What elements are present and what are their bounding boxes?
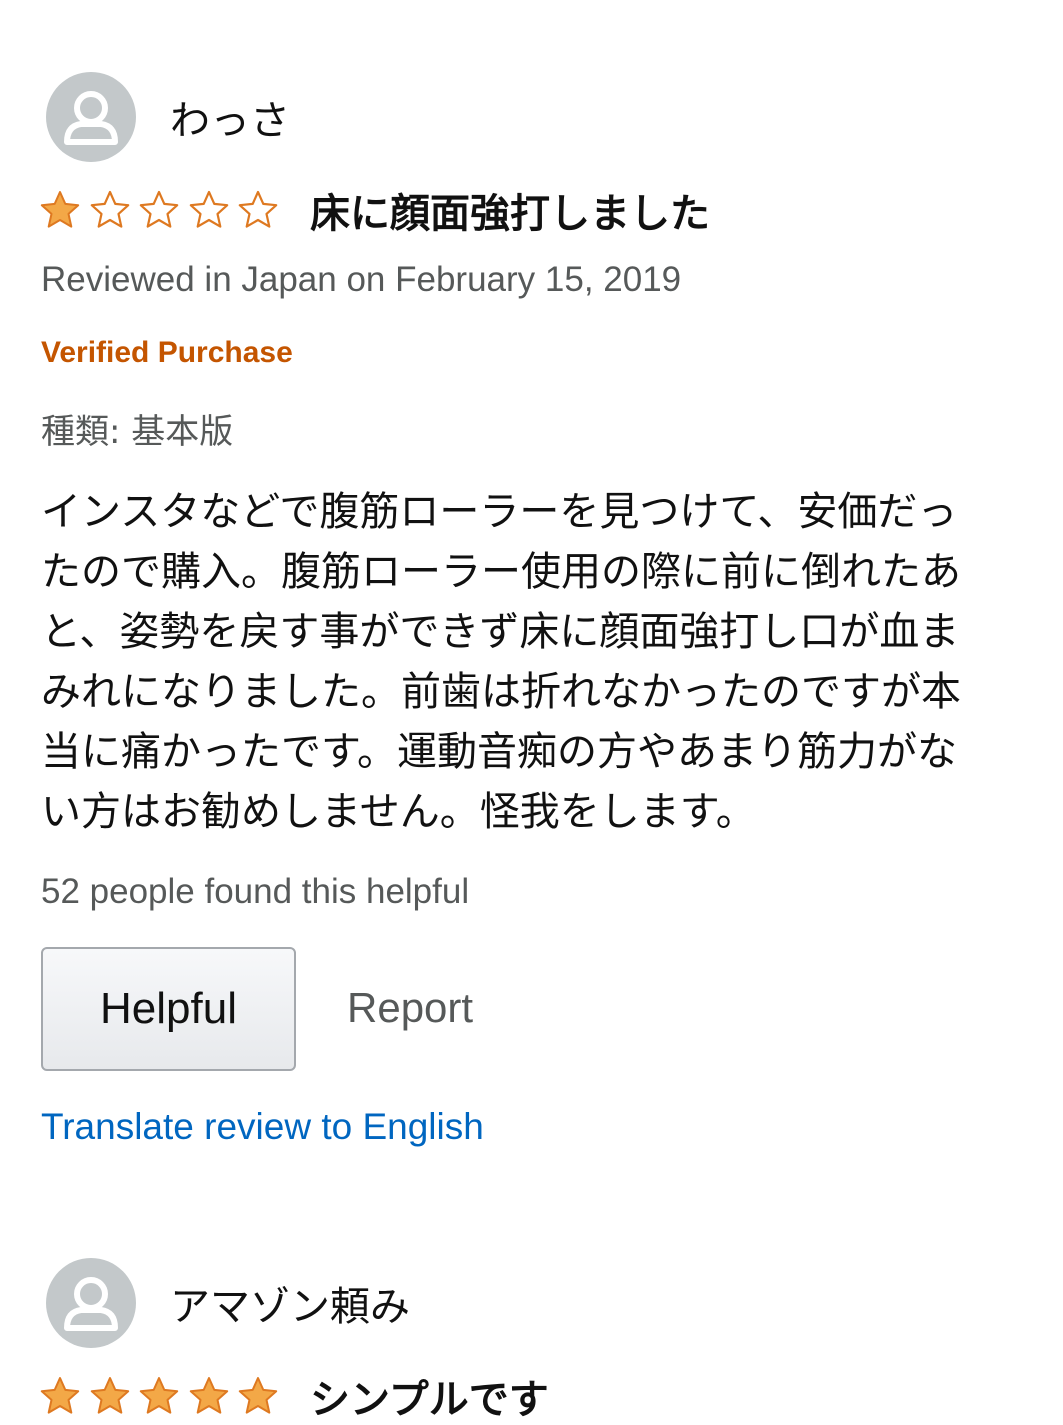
star-rating[interactable] — [40, 190, 278, 230]
star-filled-icon — [40, 1377, 80, 1414]
rating-title-row: 床に顔面強打しました — [40, 184, 710, 237]
star-rating[interactable] — [40, 1376, 278, 1416]
report-link[interactable]: Report — [347, 984, 473, 1032]
star-filled-icon — [139, 1377, 179, 1414]
reviewer-profile[interactable]: アマゾン頼み — [46, 1258, 410, 1348]
review-body-line: たので購入。腹筋ローラー使用の際に前に倒れたあ — [41, 549, 961, 595]
rating-title-row: シンプルです — [40, 1370, 549, 1423]
review-body-line: と、姿勢を戻す事ができず床に顔面強打し口が血ま — [41, 609, 960, 655]
review-title: シンプルです — [310, 1377, 549, 1423]
reviewer-profile[interactable]: わっさ — [46, 72, 290, 162]
star-empty-icon — [139, 190, 179, 228]
review-body-line: インスタなどで腹筋ローラーを見つけて、安価だっ — [41, 489, 958, 535]
review-body-line: い方はお勧めしません。怪我をします。 — [41, 789, 756, 835]
review-date: Reviewed in Japan on February 15, 2019 — [41, 260, 682, 299]
star-filled-icon — [40, 191, 80, 228]
default-user-icon — [46, 1258, 136, 1348]
helpful-button[interactable]: Helpful — [41, 947, 296, 1071]
default-user-icon — [46, 72, 136, 162]
review-title: 床に顔面強打しました — [310, 191, 710, 237]
reviewer-name: わっさ — [170, 98, 290, 144]
star-filled-icon — [90, 1377, 129, 1414]
verified-purchase-badge: Verified Purchase — [41, 336, 293, 369]
review-body-line: 当に痛かったです。運動音痴の方やあまり筋力がな — [41, 729, 957, 775]
star-filled-icon — [238, 1377, 278, 1414]
star-empty-icon — [90, 190, 129, 228]
star-filled-icon — [189, 1377, 228, 1414]
star-empty-icon — [238, 190, 278, 228]
review-body: インスタなどで腹筋ローラーを見つけて、安価だっ たので購入。腹筋ローラー使用の際… — [41, 482, 1031, 842]
reviewer-name: アマゾン頼み — [170, 1284, 410, 1330]
translate-review-link[interactable]: Translate review to English — [41, 1106, 484, 1148]
review-body-line: みれになりました。前歯は折れなかったのですが本 — [41, 669, 961, 715]
star-empty-icon — [189, 190, 228, 228]
helpful-count: 52 people found this helpful — [41, 872, 470, 911]
product-variant: 種類: 基本版 — [41, 412, 234, 452]
